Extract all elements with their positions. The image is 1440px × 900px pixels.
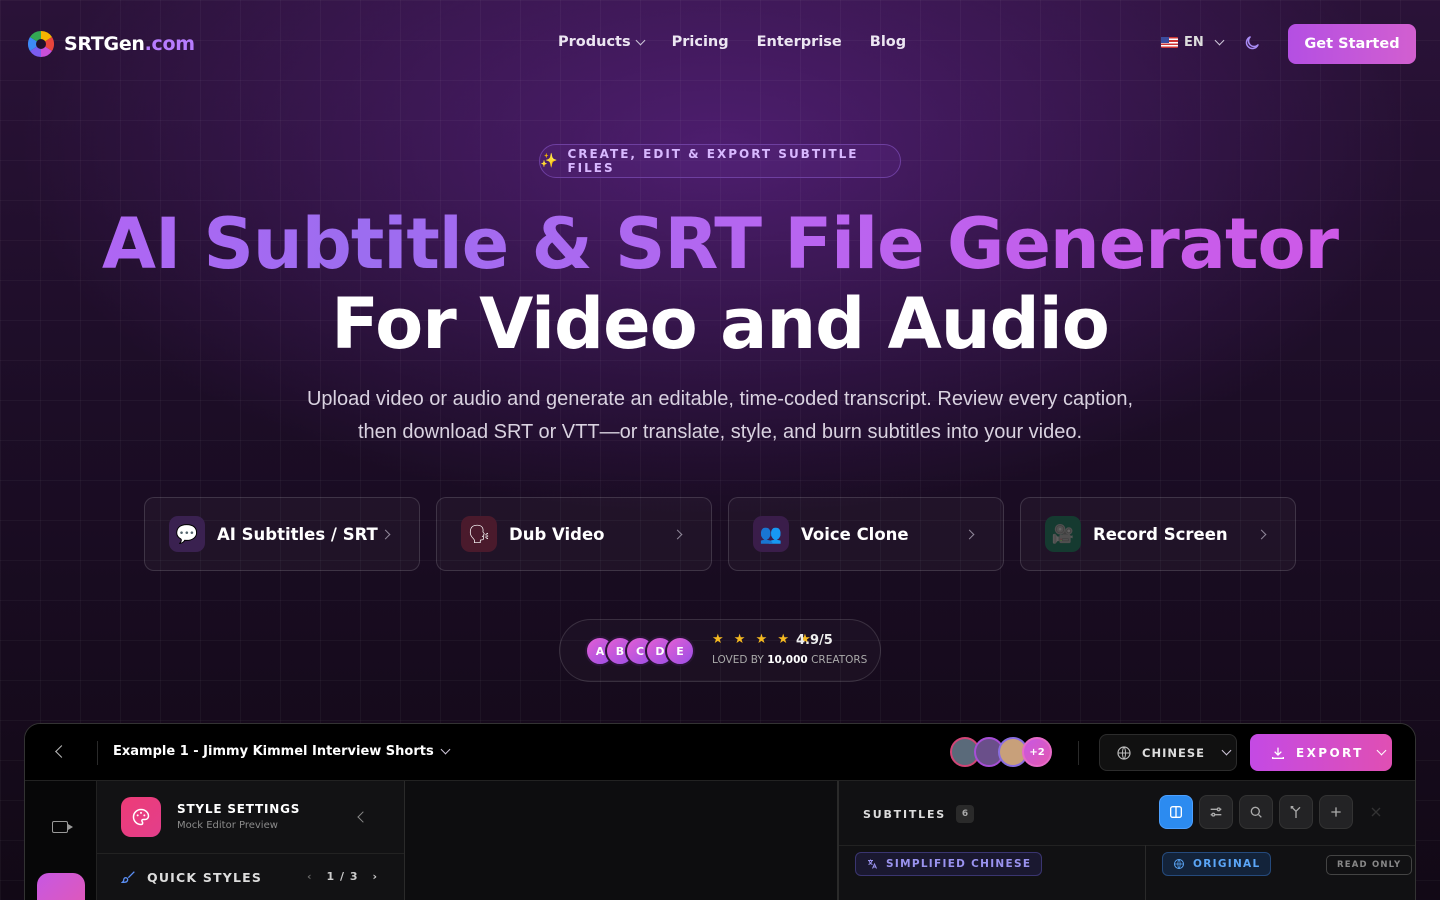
- loved-by-text: LOVED BY 10,000 CREATORS: [712, 654, 868, 666]
- subtitles-header: SUBTITLES 6: [863, 805, 974, 823]
- nav-blog[interactable]: Blog: [870, 34, 906, 50]
- chevron-down-icon: [1221, 745, 1232, 756]
- feature-card-record-screen[interactable]: 🎥 Record Screen: [1020, 497, 1296, 571]
- subtitle-tools: [1159, 795, 1393, 829]
- quick-styles-header: QUICK STYLES: [121, 869, 262, 885]
- style-settings-subtitle: Mock Editor Preview: [177, 820, 278, 831]
- feature-card-voice-clone[interactable]: 👥 Voice Clone: [728, 497, 1004, 571]
- logo-icon: [27, 30, 55, 58]
- quick-styles-pager: ‹ 1 / 3 ›: [307, 870, 378, 883]
- divider: [1078, 741, 1079, 765]
- subtitles-panel: SUBTITLES 6 SIMPLIFIED CHINESE ORIGINAL …: [837, 781, 1415, 900]
- feature-cards: 💬 AI Subtitles / SRT 🗣 Dub Video 👥 Voice…: [144, 497, 1296, 571]
- chevron-right-icon: [964, 529, 975, 540]
- nav-pricing[interactable]: Pricing: [672, 34, 729, 50]
- logo-text: SRTGen.com: [64, 33, 195, 55]
- rating-score: 4.9/5: [796, 633, 833, 648]
- original-language-tag[interactable]: ORIGINAL: [1162, 852, 1272, 876]
- style-settings-title: STYLE SETTINGS: [177, 802, 301, 816]
- collaborator-avatars: +2: [950, 737, 1052, 767]
- read-only-badge: READ ONLY: [1326, 855, 1413, 875]
- nav-enterprise[interactable]: Enterprise: [757, 34, 842, 50]
- avatar: E: [665, 636, 695, 666]
- language-selector[interactable]: EN: [1161, 35, 1225, 50]
- feature-card-label: Dub Video: [509, 524, 605, 544]
- feature-card-label: AI Subtitles / SRT: [217, 524, 378, 544]
- main-menu: Products Pricing Enterprise Blog: [558, 34, 906, 50]
- cut-icon[interactable]: [1359, 795, 1393, 829]
- target-language-tag[interactable]: SIMPLIFIED CHINESE: [855, 852, 1043, 876]
- hero-title-line2: For Video and Audio: [331, 283, 1110, 365]
- people-icon: 👥: [753, 516, 789, 552]
- sliders-icon[interactable]: [1199, 795, 1233, 829]
- creator-avatars: A B C D E: [585, 636, 695, 666]
- video-camera-icon: 🎥: [1045, 516, 1081, 552]
- feature-card-label: Voice Clone: [801, 524, 909, 544]
- speaking-head-icon: 🗣: [461, 516, 497, 552]
- feature-card-dub-video[interactable]: 🗣 Dub Video: [436, 497, 712, 571]
- chevron-down-icon: [635, 35, 646, 45]
- hero-title-line1: AI Subtitle & SRT File Generator: [0, 202, 1440, 286]
- collapse-panel-icon[interactable]: [357, 811, 369, 823]
- editor-preview: Example 1 - Jimmy Kimmel Interview Short…: [24, 723, 1416, 900]
- nav-products[interactable]: Products: [558, 34, 646, 50]
- hero-subtitle: Upload video or audio and generate an ed…: [306, 388, 1134, 443]
- chevron-left-icon[interactable]: ‹: [307, 870, 313, 883]
- rating-pill: A B C D E ★ ★ ★ ★ ★ 4.9/5 LOVED BY 10,00…: [559, 619, 881, 682]
- chevron-right-icon: [380, 529, 391, 540]
- export-button[interactable]: EXPORT: [1250, 734, 1392, 771]
- get-started-button[interactable]: Get Started: [1288, 24, 1416, 64]
- language-dropdown[interactable]: CHINESE: [1099, 734, 1237, 771]
- us-flag-icon: [1161, 37, 1178, 48]
- hero-badge: ✨ CREATE, EDIT & EXPORT SUBTITLE FILES: [539, 144, 901, 178]
- split-view-icon[interactable]: [1159, 795, 1193, 829]
- quick-styles-page: 1 / 3: [326, 870, 359, 883]
- editor-side-rail: [25, 781, 97, 900]
- subtitles-count-badge: 6: [955, 805, 974, 823]
- feature-card-ai-subtitles[interactable]: 💬 AI Subtitles / SRT: [144, 497, 420, 571]
- palette-icon: [121, 797, 161, 837]
- brush-icon: [121, 871, 135, 883]
- chevron-down-icon: [1214, 35, 1225, 46]
- add-icon[interactable]: [1319, 795, 1353, 829]
- editor-toolbar: Example 1 - Jimmy Kimmel Interview Short…: [25, 724, 1415, 781]
- chevron-right-icon[interactable]: ›: [373, 870, 379, 883]
- moon-icon[interactable]: [1243, 34, 1261, 52]
- chevron-down-icon: [440, 744, 451, 755]
- video-preview-area: [405, 781, 837, 900]
- hero-badge-text: CREATE, EDIT & EXPORT SUBTITLE FILES: [567, 147, 859, 175]
- chevron-down-icon: [1376, 745, 1387, 756]
- divider: [97, 741, 98, 765]
- language-label: EN: [1184, 35, 1204, 50]
- chevron-right-icon: [672, 529, 683, 540]
- chevron-right-icon: [1256, 529, 1267, 540]
- download-icon: [1272, 747, 1284, 759]
- globe-icon: [1174, 859, 1184, 869]
- project-title-dropdown[interactable]: Example 1 - Jimmy Kimmel Interview Short…: [113, 744, 451, 759]
- sparkles-icon: ✨: [540, 153, 558, 169]
- globe-icon: [1117, 745, 1131, 760]
- video-icon[interactable]: [52, 821, 73, 833]
- back-arrow-icon[interactable]: [55, 745, 68, 758]
- translate-icon: [868, 859, 877, 869]
- merge-icon[interactable]: [1279, 795, 1313, 829]
- style-rail-button[interactable]: [37, 873, 85, 900]
- top-nav: SRTGen.com Products Pricing Enterprise B…: [0, 0, 1440, 88]
- feature-card-label: Record Screen: [1093, 524, 1228, 544]
- search-icon[interactable]: [1239, 795, 1273, 829]
- style-settings-header: STYLE SETTINGS Mock Editor Preview: [97, 781, 404, 854]
- collaborators-more[interactable]: +2: [1022, 737, 1052, 767]
- style-settings-panel: STYLE SETTINGS Mock Editor Preview QUICK…: [97, 781, 405, 900]
- column-divider: [1145, 845, 1146, 900]
- logo[interactable]: SRTGen.com: [26, 29, 195, 59]
- speech-bubble-icon: 💬: [169, 516, 205, 552]
